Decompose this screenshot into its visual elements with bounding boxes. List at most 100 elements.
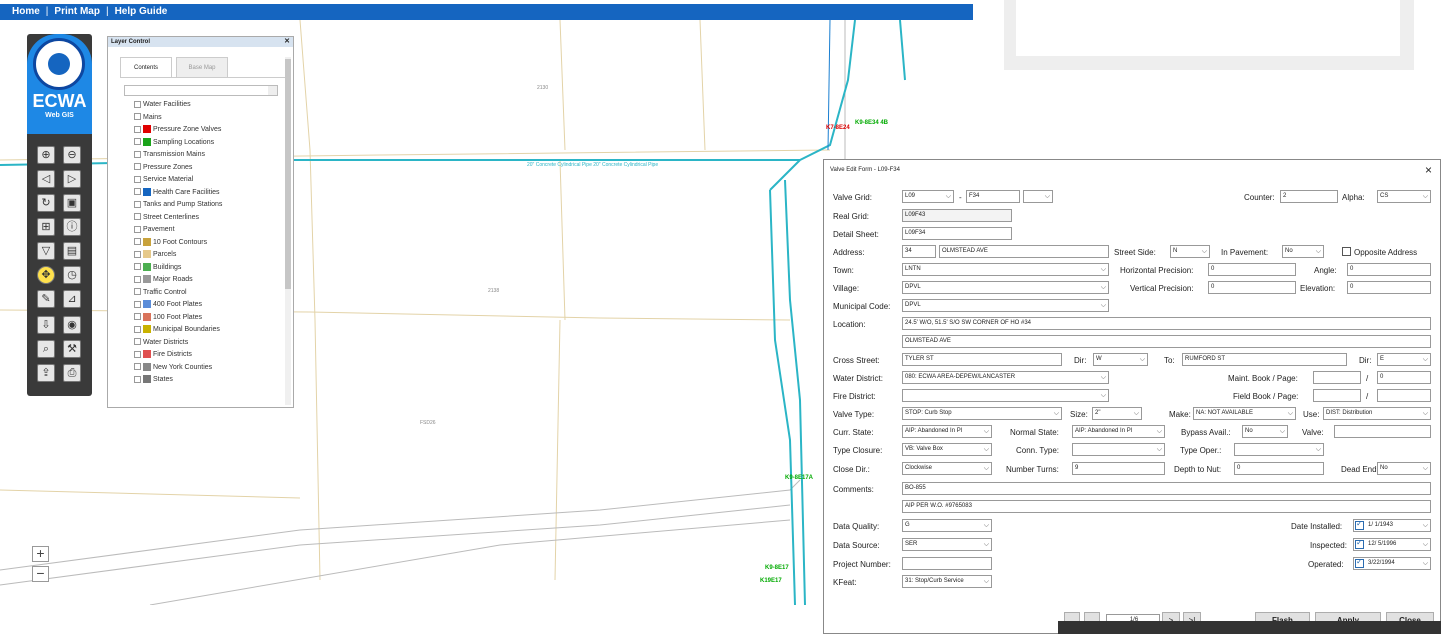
normal-state-select[interactable]: AIP: Abandoned In Pl [1072, 425, 1165, 438]
data-source-select[interactable]: SER [902, 538, 992, 551]
valve-grid-field[interactable]: F34 [966, 190, 1020, 203]
layer-checkbox[interactable] [134, 300, 141, 308]
dead-end-select[interactable]: No [1377, 462, 1431, 475]
make-select[interactable]: NA: NOT AVAILABLE [1193, 407, 1296, 420]
info-icon[interactable]: ⓘ [63, 218, 81, 236]
layer-item[interactable]: 10 Foot Contours [134, 237, 284, 250]
layer-checkbox[interactable] [134, 188, 141, 196]
layer-item[interactable]: Parcels [134, 249, 284, 262]
tab-base-map[interactable]: Base Map [176, 57, 228, 77]
in-pavement-select[interactable]: No [1282, 245, 1324, 258]
number-turns-field[interactable]: 9 [1072, 462, 1165, 475]
close-icon[interactable]: × [1425, 163, 1432, 177]
layer-item[interactable]: Mains [134, 112, 284, 125]
fire-district-select[interactable] [902, 389, 1109, 402]
conn-type-select[interactable] [1072, 443, 1165, 456]
inspected-picker[interactable]: 12/ 5/1996 [1353, 538, 1431, 551]
field-book-field[interactable] [1313, 389, 1361, 402]
use-select[interactable]: DIST: Distribution [1323, 407, 1431, 420]
layer-item[interactable]: Buildings [134, 262, 284, 275]
edit-icon[interactable]: ✎ [37, 290, 55, 308]
layer-checkbox[interactable] [134, 138, 141, 146]
layer-item[interactable]: 400 Foot Plates [134, 299, 284, 312]
layer-item[interactable]: Health Care Facilities [134, 187, 284, 200]
layer-checkbox[interactable] [134, 350, 141, 358]
maint-book-field[interactable] [1313, 371, 1361, 384]
opposite-address-checkbox[interactable] [1342, 247, 1351, 256]
valve-type-select[interactable]: STOP: Curb Stop [902, 407, 1062, 420]
layer-item[interactable]: Water Facilities [134, 99, 284, 112]
valve-grid-suffix-select[interactable] [1023, 190, 1053, 203]
layer-item[interactable]: Tanks and Pump Stations [134, 199, 284, 212]
layer-item[interactable]: Street Centerlines [134, 212, 284, 225]
layer-checkbox[interactable] [134, 288, 141, 296]
layer-checkbox[interactable] [134, 250, 141, 258]
valve-field[interactable] [1334, 425, 1431, 438]
layer-scrollbar[interactable] [285, 57, 291, 405]
layer-search-select[interactable] [124, 85, 278, 96]
data-quality-select[interactable]: G [902, 519, 992, 532]
layer-checkbox[interactable] [134, 175, 141, 183]
counter-field[interactable]: 2 [1280, 190, 1338, 203]
address-number-field[interactable]: 34 [902, 245, 936, 258]
layer-checkbox[interactable] [134, 150, 141, 158]
layer-checkbox[interactable] [134, 163, 141, 171]
bypass-select[interactable]: No [1242, 425, 1288, 438]
layer-checkbox[interactable] [134, 225, 141, 233]
project-number-field[interactable] [902, 557, 992, 570]
table-icon[interactable]: ▤ [63, 242, 81, 260]
map-zoom-out-button[interactable]: − [32, 566, 49, 582]
forward-icon[interactable]: ▷ [63, 170, 81, 188]
maint-page-field[interactable]: 0 [1377, 371, 1431, 384]
close-icon[interactable]: ✕ [284, 37, 290, 47]
elevation-field[interactable]: 0 [1347, 281, 1431, 294]
layer-item[interactable]: Pressure Zone Valves [134, 124, 284, 137]
layer-item[interactable]: Water Districts [134, 337, 284, 350]
to-street-field[interactable]: RUMFORD ST [1182, 353, 1347, 366]
refresh-icon[interactable]: ↻ [37, 194, 55, 212]
tools-icon[interactable]: ⚒ [63, 340, 81, 358]
locate-icon[interactable]: ◉ [63, 316, 81, 334]
layer-item[interactable]: 100 Foot Plates [134, 312, 284, 325]
measure-icon[interactable]: ⊿ [63, 290, 81, 308]
layer-checkbox[interactable] [134, 375, 141, 383]
layer-item[interactable]: New York Counties [134, 362, 284, 375]
comments-field-2[interactable]: AIP PER W.O. #9765083 [902, 500, 1431, 513]
type-oper-select[interactable] [1234, 443, 1324, 456]
town-select[interactable]: LNTN [902, 263, 1109, 276]
date-installed-picker[interactable]: 1/ 1/1943 [1353, 519, 1431, 532]
location-field-2[interactable]: OLMSTEAD AVE [902, 335, 1431, 348]
layer-checkbox[interactable] [134, 100, 141, 108]
size-select[interactable]: 2" [1092, 407, 1142, 420]
full-extent-icon[interactable]: ▣ [63, 194, 81, 212]
layer-checkbox[interactable] [134, 363, 141, 371]
layer-checkbox[interactable] [134, 263, 141, 271]
location-field-1[interactable]: 24.5' W/O, 51.5' S/O SW CORNER OF HO #34 [902, 317, 1431, 330]
vertical-precision-field[interactable]: 0 [1208, 281, 1296, 294]
kfeat-select[interactable]: 31: Stop/Curb Service [902, 575, 992, 588]
back-icon[interactable]: ◁ [37, 170, 55, 188]
street-side-select[interactable]: N [1170, 245, 1210, 258]
municipal-code-select[interactable]: DPVL [902, 299, 1109, 312]
layer-checkbox[interactable] [134, 313, 141, 321]
clock-icon[interactable]: ◷ [63, 266, 81, 284]
layer-checkbox[interactable] [134, 238, 141, 246]
comments-field-1[interactable]: BO-855 [902, 482, 1431, 495]
layer-item[interactable]: Pressure Zones [134, 162, 284, 175]
layer-item[interactable]: States [134, 374, 284, 387]
depth-to-nut-field[interactable]: 0 [1234, 462, 1324, 475]
layer-item[interactable]: Municipal Boundaries [134, 324, 284, 337]
cross-street-field[interactable]: TYLER ST [902, 353, 1062, 366]
layer-checkbox[interactable] [134, 275, 141, 283]
horizontal-precision-field[interactable]: 0 [1208, 263, 1296, 276]
nav-help-guide-link[interactable]: Help Guide [115, 6, 168, 17]
tab-contents[interactable]: Contents [120, 57, 172, 77]
dir-select[interactable]: W [1093, 353, 1148, 366]
zoom-in-icon[interactable]: ⊕ [37, 146, 55, 164]
layer-item[interactable]: Transmission Mains [134, 149, 284, 162]
print-icon[interactable]: ⎙ [63, 364, 81, 382]
angle-field[interactable]: 0 [1347, 263, 1431, 276]
inspected-checkbox[interactable] [1355, 538, 1364, 549]
layer-item[interactable]: Major Roads [134, 274, 284, 287]
pan-icon[interactable]: ✥ [37, 266, 55, 284]
